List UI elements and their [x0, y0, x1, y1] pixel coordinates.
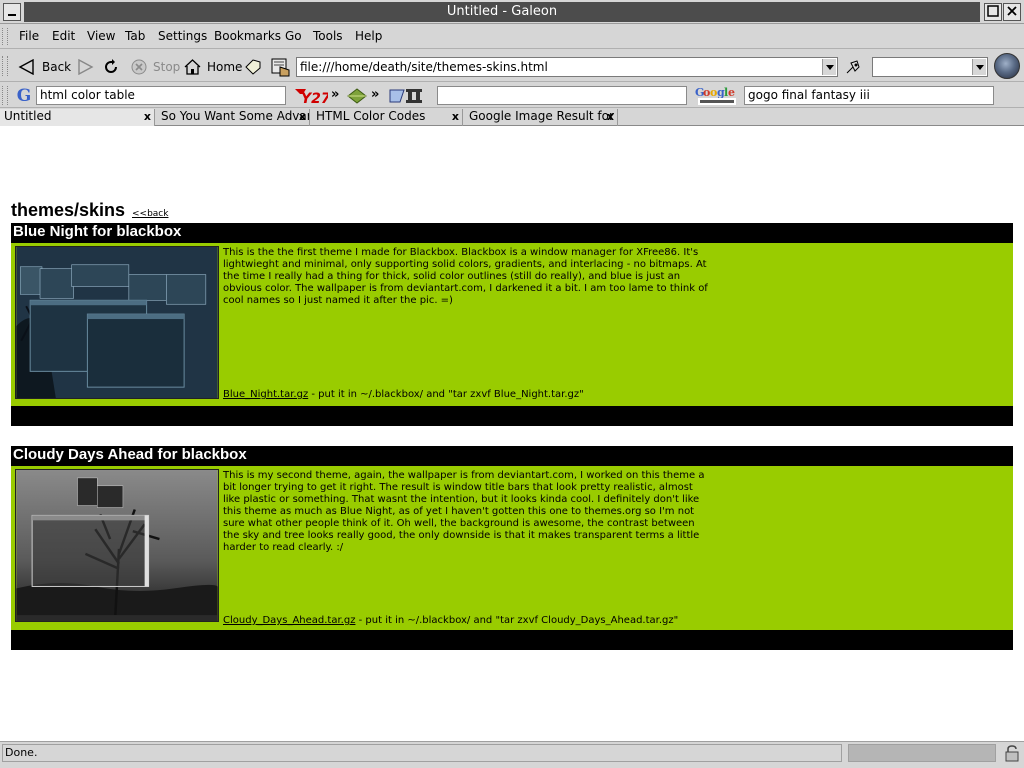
back-link[interactable]: <<back [132, 209, 168, 219]
url-history-dropdown[interactable] [822, 59, 836, 75]
forward-button[interactable] [76, 56, 94, 78]
theme-description: This is my second theme, again, the wall… [223, 470, 705, 553]
theme-section-cloudy-days: Cloudy Days Ahead for blackbox This is m… [11, 446, 1013, 650]
menu-help[interactable]: Help [355, 28, 382, 44]
url-text: file:///home/death/site/themes-skins.htm… [300, 60, 548, 74]
theme-title: Cloudy Days Ahead for blackbox [13, 446, 247, 463]
menu-tab[interactable]: Tab [125, 28, 145, 44]
bookmark-button[interactable] [244, 56, 262, 78]
menubar: File Edit View Tab Settings Bookmarks Go… [0, 24, 1024, 49]
google-search-text: html color table [40, 88, 135, 102]
navigation-toolbar: Back Stop Home file:///home/death/site/t… [0, 50, 1024, 82]
reload-button[interactable] [102, 56, 120, 78]
tab-untitled[interactable]: Untitled x [0, 109, 155, 126]
back-label: Back [42, 60, 72, 74]
reload-icon [105, 59, 117, 73]
theme-title: Blue Night for blackbox [13, 223, 182, 240]
menu-bookmarks[interactable]: Bookmarks [214, 28, 281, 44]
search-toolbar: G html color table Y27 » » G o o g l e g… [0, 83, 1024, 108]
search-engine-dropdown[interactable] [972, 59, 986, 75]
images-search-input[interactable]: gogo final fantasy iii [744, 86, 994, 105]
download-note: - put it in ~/.blackbox/ and "tar zxvf B… [308, 389, 584, 400]
download-link[interactable]: Blue_Night.tar.gz [223, 389, 308, 400]
theme-body: This is my second theme, again, the wall… [11, 466, 1013, 630]
tab-close-icon[interactable]: x [299, 109, 306, 124]
theme-description: This is the the first theme I made for B… [223, 247, 708, 306]
minimize-button[interactable] [3, 3, 21, 21]
bookmark-logo-icon[interactable] [386, 86, 434, 106]
url-input[interactable]: file:///home/death/site/themes-skins.htm… [296, 57, 838, 77]
page-title: themes/skins [11, 200, 126, 220]
menu-go[interactable]: Go [285, 28, 302, 44]
maximize-icon [987, 5, 999, 17]
cloudy-days-screenshot[interactable] [15, 469, 219, 622]
window-titlebar: Untitled - Galeon [0, 0, 1024, 24]
back-button[interactable]: Back [18, 56, 71, 78]
bookmark-tag-icon [245, 59, 261, 75]
drag-link-button[interactable] [271, 56, 291, 78]
minimize-icon [8, 14, 16, 16]
stop-button[interactable]: Stop [131, 56, 180, 78]
search-toolbar-grip[interactable] [2, 86, 8, 105]
tab-label: HTML Color Codes [316, 109, 426, 123]
statusbar: Done. [0, 741, 1024, 768]
tab-label: Google Image Result for v [469, 109, 618, 123]
status-text: Done. [2, 744, 842, 762]
theme-body: This is the the first theme I made for B… [11, 243, 1013, 406]
back-arrow-icon [18, 59, 34, 75]
google-g-icon[interactable]: G [14, 86, 34, 106]
tab-label: So You Want Some Advan [161, 109, 310, 123]
theme-download: Cloudy_Days_Ahead.tar.gz - put it in ~/.… [223, 615, 678, 627]
forward-arrow-icon [78, 59, 94, 75]
menu-edit[interactable]: Edit [52, 28, 75, 44]
page-drag-icon [271, 58, 290, 77]
toolbar-grip[interactable] [2, 56, 8, 76]
theme-download: Blue_Night.tar.gz - put it in ~/.blackbo… [223, 389, 584, 401]
page-content: themes/skins <<back Blue Night for black… [0, 126, 1024, 741]
progress-bar [848, 744, 996, 762]
tab-html-color-codes[interactable]: HTML Color Codes x [312, 109, 463, 126]
maximize-button[interactable] [984, 3, 1002, 21]
throbber-icon [994, 53, 1020, 79]
google-search-input[interactable]: html color table [36, 86, 286, 105]
tab-close-icon[interactable]: x [607, 109, 614, 124]
search-engine-select[interactable] [872, 57, 988, 77]
y27-expand-arrow[interactable]: » [331, 87, 339, 102]
menu-view[interactable]: View [87, 28, 115, 44]
menu-file[interactable]: File [19, 28, 39, 44]
home-button[interactable]: Home [184, 56, 242, 78]
y27-logo-icon[interactable]: Y27 [294, 86, 328, 106]
go-button[interactable] [845, 56, 865, 78]
home-label: Home [207, 60, 243, 74]
home-icon [184, 59, 201, 75]
middle-search-input[interactable] [437, 86, 687, 105]
gem-expand-arrow[interactable]: » [371, 87, 379, 102]
green-gem-icon[interactable] [347, 87, 367, 105]
tab-close-icon[interactable]: x [144, 109, 151, 124]
svg-text:e: e [728, 86, 735, 99]
stop-icon [131, 59, 147, 75]
menubar-grip[interactable] [2, 28, 8, 45]
blue-night-screenshot[interactable] [15, 246, 219, 399]
tab-close-icon[interactable]: x [452, 109, 459, 124]
google-images-logo-icon[interactable]: G o o g l e [694, 85, 742, 107]
download-link[interactable]: Cloudy_Days_Ahead.tar.gz [223, 615, 355, 626]
tab-label: Untitled [4, 109, 52, 123]
stop-label: Stop [153, 60, 181, 74]
download-note: - put it in ~/.blackbox/ and "tar zxvf C… [355, 615, 679, 626]
theme-section-blue-night: Blue Night for blackbox This is the the … [11, 223, 1013, 426]
close-icon [1007, 6, 1017, 16]
tab-google-image-result[interactable]: Google Image Result for v x [465, 109, 618, 126]
menu-tools[interactable]: Tools [313, 28, 343, 44]
security-lock-icon[interactable] [1002, 744, 1022, 762]
svg-text:Y27: Y27 [301, 91, 328, 106]
window-title: Untitled - Galeon [24, 2, 980, 22]
tab-strip: Untitled x So You Want Some Advan x HTML… [0, 108, 1024, 126]
go-rocket-icon [846, 60, 860, 74]
tab-advanced[interactable]: So You Want Some Advan x [157, 109, 310, 126]
images-search-text: gogo final fantasy iii [748, 88, 870, 102]
menu-settings[interactable]: Settings [158, 28, 207, 44]
close-button[interactable] [1003, 3, 1021, 21]
